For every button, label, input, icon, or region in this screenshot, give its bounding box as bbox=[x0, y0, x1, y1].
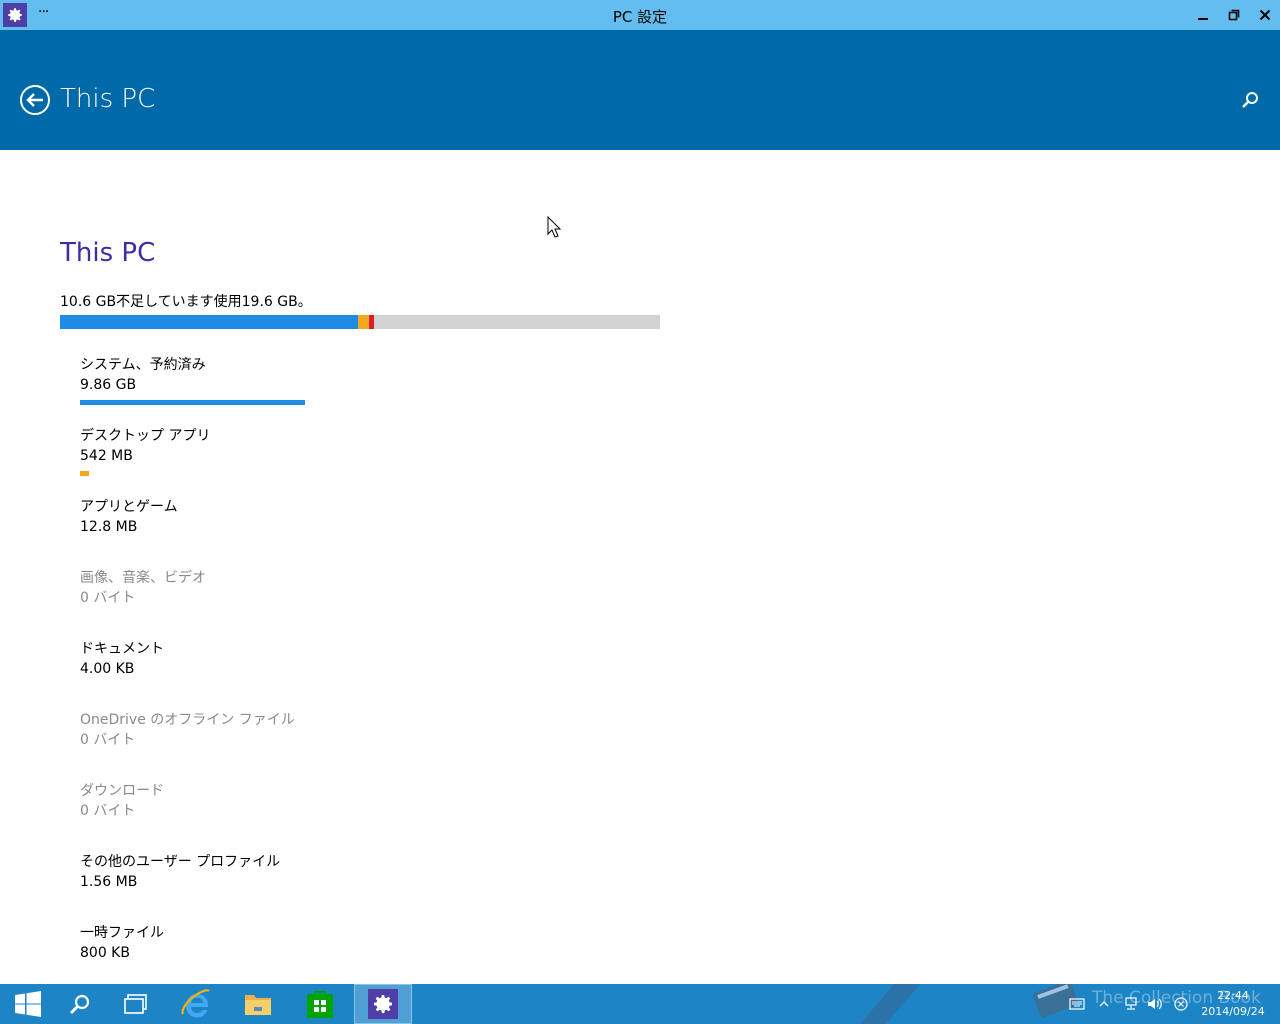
storage-category-name: デスクトップ アプリ bbox=[80, 428, 211, 444]
storage-usage-bar bbox=[60, 315, 660, 329]
storage-category-item[interactable]: その他のユーザー プロファイル 1.56 MB bbox=[80, 852, 680, 923]
storage-category-name: ダウンロード bbox=[80, 783, 164, 799]
storage-category-name: システム、予約済み bbox=[80, 357, 206, 373]
storage-category-item[interactable]: ドキュメント 4.00 KB bbox=[80, 639, 680, 710]
storage-category-size: 0 バイト bbox=[80, 803, 136, 819]
storage-category-name: 画像、音楽、ビデオ bbox=[80, 570, 206, 586]
title-bar: ··· PC 設定 bbox=[0, 0, 1280, 30]
internet-explorer-icon[interactable] bbox=[168, 984, 224, 1024]
window-title: PC 設定 bbox=[612, 8, 668, 26]
storage-category-size: 0 バイト bbox=[80, 732, 136, 748]
storage-category-item[interactable]: OneDrive のオフライン ファイル 0 バイト bbox=[80, 710, 680, 781]
store-icon[interactable] bbox=[292, 984, 348, 1024]
storage-category-name: 一時ファイル bbox=[80, 925, 164, 941]
mouse-cursor bbox=[547, 215, 562, 238]
network-icon[interactable] bbox=[1120, 984, 1142, 1024]
taskbar-decoration bbox=[860, 984, 920, 1024]
storage-category-bar bbox=[80, 400, 305, 405]
storage-category-item[interactable]: システム、予約済み 9.86 GB bbox=[80, 355, 680, 426]
close-icon[interactable] bbox=[1252, 4, 1278, 26]
storage-category-name: アプリとゲーム bbox=[80, 499, 178, 515]
storage-category-size: 800 KB bbox=[80, 945, 130, 961]
page-title: This PC bbox=[60, 84, 156, 114]
storage-category-item[interactable]: 画像、音楽、ビデオ 0 バイト bbox=[80, 568, 680, 639]
volume-icon[interactable] bbox=[1144, 984, 1166, 1024]
storage-category-bar bbox=[80, 471, 89, 476]
task-view-icon[interactable] bbox=[108, 984, 164, 1024]
show-hidden-icons-icon[interactable] bbox=[1094, 984, 1114, 1024]
taskbar-search-icon[interactable] bbox=[52, 984, 108, 1024]
storage-bar-apps bbox=[369, 315, 374, 329]
taskbar-clock[interactable]: 22:44 2014/09/24 bbox=[1196, 988, 1270, 1020]
storage-category-list: システム、予約済み 9.86 GB デスクトップ アプリ 542 MB アプリとゲーム 1… bbox=[80, 355, 680, 994]
clock-time: 22:44 bbox=[1217, 989, 1249, 1002]
restore-icon[interactable] bbox=[1221, 4, 1247, 26]
storage-category-size: 1.56 MB bbox=[80, 874, 138, 890]
storage-category-size: 542 MB bbox=[80, 448, 133, 464]
storage-bar-desktop-apps bbox=[358, 315, 369, 329]
keyboard-icon[interactable] bbox=[1066, 984, 1088, 1024]
storage-bar-system bbox=[60, 315, 358, 329]
page-header: This PC bbox=[0, 30, 1280, 150]
search-icon[interactable] bbox=[1240, 90, 1262, 112]
storage-category-name: その他のユーザー プロファイル bbox=[80, 854, 281, 870]
storage-category-item[interactable]: アプリとゲーム 12.8 MB bbox=[80, 497, 680, 568]
minimize-icon[interactable] bbox=[1190, 4, 1216, 26]
storage-category-name: ドキュメント bbox=[80, 641, 164, 657]
storage-category-name: OneDrive のオフライン ファイル bbox=[80, 712, 295, 728]
taskbar: The Collection Book 22:44 2014/09/24 bbox=[0, 984, 1280, 1024]
back-arrow-icon[interactable] bbox=[19, 84, 51, 116]
storage-category-size: 12.8 MB bbox=[80, 519, 138, 535]
section-title: This PC bbox=[60, 238, 156, 268]
storage-category-size: 4.00 KB bbox=[80, 661, 135, 677]
settings-icon[interactable] bbox=[354, 984, 412, 1024]
storage-summary: 10.6 GB不足しています使用19.6 GB。 bbox=[60, 294, 312, 310]
storage-category-item[interactable]: デスクトップ アプリ 542 MB bbox=[80, 426, 680, 497]
notification-icon[interactable] bbox=[1170, 984, 1192, 1024]
windows-logo-icon[interactable] bbox=[0, 984, 56, 1024]
storage-category-size: 0 バイト bbox=[80, 590, 136, 606]
storage-category-item[interactable]: ダウンロード 0 バイト bbox=[80, 781, 680, 852]
clock-date: 2014/09/24 bbox=[1201, 1005, 1265, 1018]
file-explorer-icon[interactable] bbox=[230, 984, 286, 1024]
storage-category-size: 9.86 GB bbox=[80, 377, 137, 393]
